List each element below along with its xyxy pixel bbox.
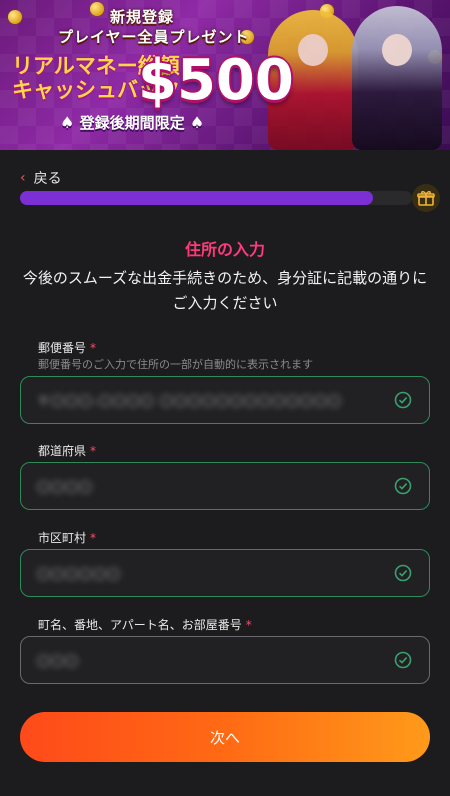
city-label-text: 市区町村 bbox=[38, 531, 87, 545]
back-label: 戻る bbox=[33, 171, 62, 187]
banner-amount: $500 bbox=[138, 48, 294, 113]
city-label: 市区町村 * bbox=[38, 529, 96, 546]
page-subtitle: 今後のスムーズな出金手続きのため、身分証に記載の通りにご入力ください bbox=[22, 269, 428, 312]
coin-icon bbox=[90, 2, 104, 16]
postal-code-hint: 郵便番号のご入力で住所の一部が自動的に表示されます bbox=[38, 358, 313, 371]
postal-code-label-text: 郵便番号 bbox=[38, 341, 87, 355]
check-circle-icon bbox=[394, 651, 412, 669]
street-value[interactable]: 〇〇〇 bbox=[37, 651, 393, 670]
required-mark: * bbox=[245, 618, 252, 632]
progress-fill bbox=[20, 191, 373, 205]
city-value[interactable]: 〇〇〇〇〇〇 bbox=[37, 564, 393, 583]
prefecture-label: 都道府県 * bbox=[38, 442, 96, 459]
coin-icon bbox=[8, 10, 22, 24]
required-mark: * bbox=[90, 341, 97, 355]
check-circle-icon bbox=[394, 564, 412, 582]
banner-headline: 新規登録 bbox=[110, 8, 175, 26]
check-circle-icon bbox=[394, 477, 412, 495]
prefecture-label-text: 都道府県 bbox=[38, 444, 87, 458]
page-title: 住所の入力 bbox=[184, 240, 265, 259]
check-circle-icon bbox=[394, 391, 412, 409]
next-button[interactable]: 次へ bbox=[20, 712, 430, 762]
banner-limited-label: 登録後期間限定 bbox=[79, 114, 185, 132]
back-link[interactable]: ‹ 戻る bbox=[20, 168, 62, 188]
city-field[interactable]: 〇〇〇〇〇〇 bbox=[20, 549, 430, 597]
progress-bar bbox=[20, 191, 412, 205]
required-mark: * bbox=[90, 531, 97, 545]
required-mark: * bbox=[90, 444, 97, 458]
banner-subheadline: プレイヤー全員プレゼント bbox=[58, 28, 250, 46]
postal-code-label: 郵便番号 * bbox=[38, 339, 96, 356]
chevron-left-icon: ‹ bbox=[20, 170, 26, 186]
postal-code-value[interactable]: 〒〇〇〇-〇〇〇〇 〇〇〇〇〇〇〇〇〇〇〇〇〇 bbox=[37, 391, 393, 410]
street-label: 町名、番地、アパート名、お部屋番号 * bbox=[38, 616, 252, 633]
banner-limited-text: ♠ 登録後期間限定 ♠ bbox=[60, 112, 204, 133]
spade-icon: ♠ bbox=[60, 113, 75, 132]
character-illustration bbox=[352, 6, 442, 150]
spade-icon: ♠ bbox=[189, 113, 205, 132]
promo-banner[interactable]: 新規登録 プレイヤー全員プレゼント リアルマネー総額 キャッシュバック $500… bbox=[0, 0, 450, 150]
prefecture-field[interactable]: 〇〇〇〇 bbox=[20, 462, 430, 510]
gift-icon[interactable] bbox=[412, 184, 440, 212]
prefecture-value[interactable]: 〇〇〇〇 bbox=[37, 477, 393, 496]
street-label-text: 町名、番地、アパート名、お部屋番号 bbox=[38, 618, 242, 632]
postal-code-field[interactable]: 〒〇〇〇-〇〇〇〇 〇〇〇〇〇〇〇〇〇〇〇〇〇 bbox=[20, 376, 430, 424]
street-field[interactable]: 〇〇〇 bbox=[20, 636, 430, 684]
